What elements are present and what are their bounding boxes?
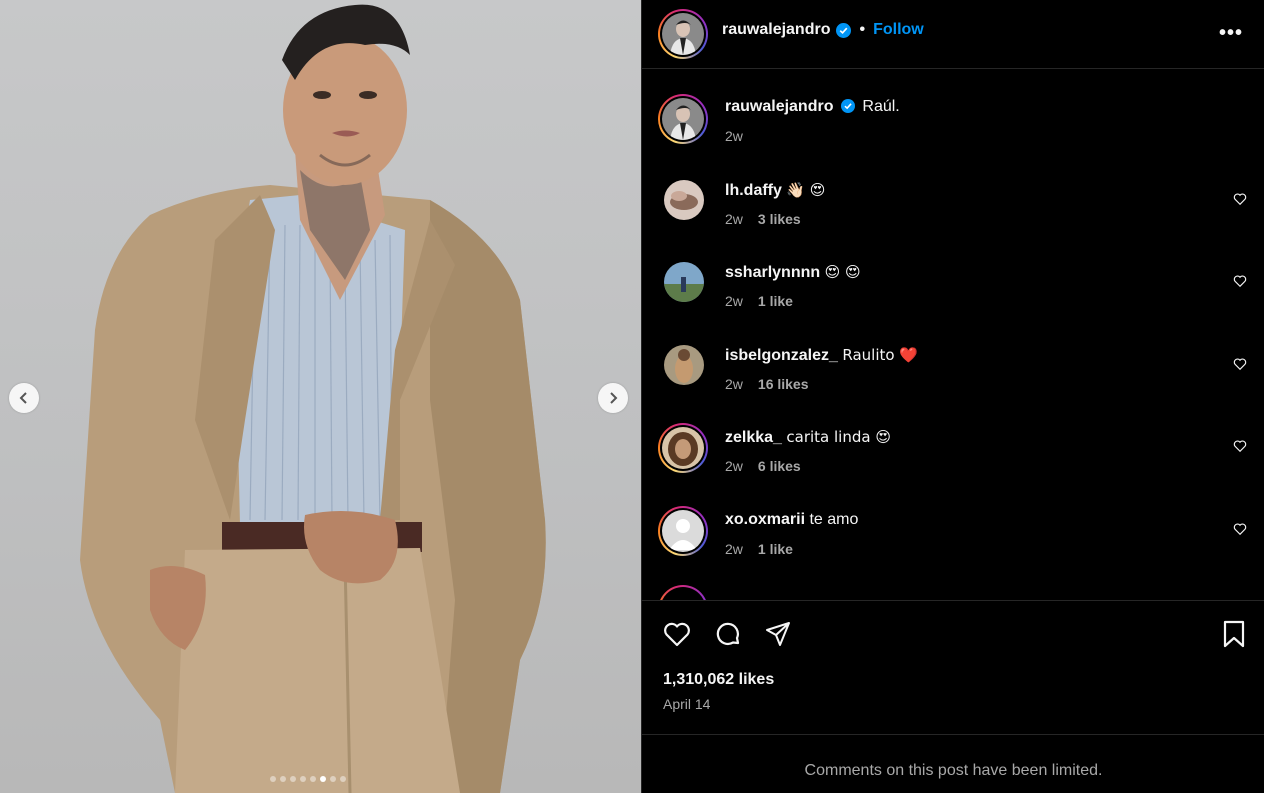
avatar-image — [662, 427, 704, 469]
slide-dot — [280, 776, 286, 782]
likes-count[interactable]: 1,310,062 likes — [663, 671, 774, 689]
comment-likes[interactable]: 1 like — [758, 293, 793, 309]
comment-text: te amo — [809, 511, 859, 528]
comment-username[interactable]: lh.daffy — [725, 182, 782, 199]
slide-indicator — [270, 776, 346, 782]
comment-username[interactable]: zelkka_ — [725, 429, 782, 446]
post-photo — [80, 4, 546, 793]
avatar-image — [662, 98, 704, 140]
slide-dot-active — [320, 776, 326, 782]
caption-avatar[interactable] — [658, 94, 708, 144]
comment-likes[interactable]: 1 like — [758, 541, 793, 557]
commenter-avatar[interactable] — [664, 180, 704, 220]
more-options-icon[interactable]: ••• — [1219, 22, 1243, 45]
author-avatar[interactable] — [658, 9, 708, 59]
comment-username[interactable]: isbelgonzalez_ — [725, 347, 838, 364]
avatar-image — [662, 13, 704, 55]
heart-outline-icon[interactable] — [1233, 274, 1247, 288]
chevron-right-icon — [610, 392, 618, 404]
comment-text: 😍 😍 — [824, 263, 861, 281]
commenter-avatar[interactable] — [664, 345, 704, 385]
slide-dot — [300, 776, 306, 782]
save-bookmark-icon[interactable] — [1219, 619, 1249, 649]
comments-footer: Comments on this post have been limited. — [642, 734, 1264, 793]
heart-outline-icon[interactable] — [1233, 192, 1247, 206]
post-media[interactable] — [0, 0, 641, 793]
comment-bubble-icon[interactable] — [713, 619, 743, 649]
comment-text: Raulito ❤️ — [842, 346, 919, 364]
caption-time: 2w — [725, 128, 743, 144]
post-date[interactable]: April 14 — [663, 696, 710, 712]
separator-dot: • — [859, 21, 866, 38]
comment-likes[interactable]: 6 likes — [758, 458, 801, 474]
chevron-left-icon — [19, 392, 27, 404]
comment-text: carita linda 😍 — [786, 428, 891, 446]
comment-username[interactable]: ssharlynnnn — [725, 264, 820, 281]
comment-username[interactable]: xo.oxmarii — [725, 511, 805, 528]
comment-time: 2w — [725, 211, 743, 227]
previous-slide-button[interactable] — [9, 383, 39, 413]
comment-time: 2w — [725, 376, 743, 392]
comment-likes[interactable]: 3 likes — [758, 211, 801, 227]
post-header: rauwalejandro • Follow ••• — [642, 0, 1264, 69]
comment-text: 👋🏻 😍 — [786, 181, 826, 199]
caption-username[interactable]: rauwalejandro — [725, 98, 833, 115]
post-actions: 1,310,062 likes April 14 — [642, 600, 1264, 734]
slide-dot — [270, 776, 276, 782]
like-heart-icon[interactable] — [662, 619, 692, 649]
author-username[interactable]: rauwalejandro — [722, 21, 830, 39]
comment-time: 2w — [725, 541, 743, 557]
heart-outline-icon[interactable] — [1233, 522, 1247, 536]
comment-time: 2w — [725, 458, 743, 474]
comments-list[interactable]: rauwalejandro Raúl. 2w lh.daffy 👋🏻 😍 2w 3… — [642, 70, 1264, 600]
next-slide-button[interactable] — [598, 383, 628, 413]
caption-text: Raúl. — [862, 98, 900, 115]
slide-dot — [340, 776, 346, 782]
verified-badge-icon — [840, 99, 855, 113]
slide-dot — [330, 776, 336, 782]
slide-dot — [310, 776, 316, 782]
commenter-avatar[interactable] — [664, 262, 704, 302]
heart-outline-icon[interactable] — [1233, 439, 1247, 453]
verified-badge-icon — [836, 22, 852, 38]
commenter-avatar[interactable] — [658, 506, 708, 556]
share-paper-plane-icon[interactable] — [763, 619, 793, 649]
commenter-avatar[interactable] — [658, 423, 708, 473]
default-avatar-icon — [662, 510, 704, 552]
heart-outline-icon[interactable] — [1233, 357, 1247, 371]
slide-dot — [290, 776, 296, 782]
post-details-panel: rauwalejandro • Follow ••• rauwalejandro… — [641, 0, 1264, 793]
comments-limited-notice: Comments on this post have been limited. — [804, 762, 1103, 779]
comment-likes[interactable]: 16 likes — [758, 376, 809, 392]
comment-time: 2w — [725, 293, 743, 309]
commenter-avatar-partial[interactable] — [658, 585, 708, 600]
follow-button[interactable]: Follow — [873, 21, 924, 39]
